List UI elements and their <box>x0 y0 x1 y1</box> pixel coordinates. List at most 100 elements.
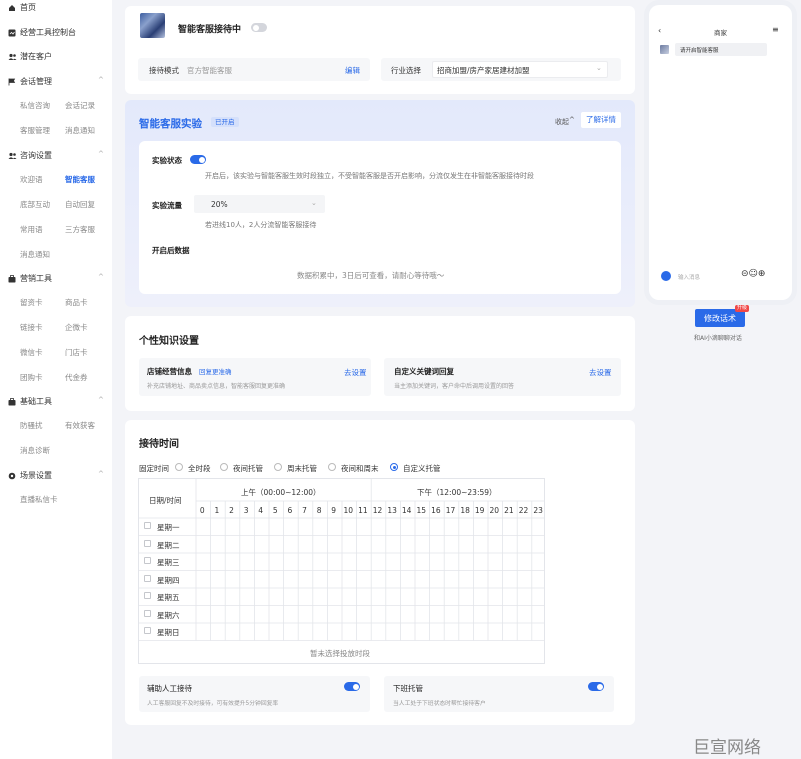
knowledge-setup-link[interactable]: 去设置 <box>589 367 612 378</box>
sidebar-subitem[interactable]: 有效获客 <box>65 420 95 431</box>
chevron-down-icon[interactable]: ⌄ <box>596 64 602 72</box>
voice-icon[interactable] <box>661 271 671 281</box>
hour-label: 13 <box>387 506 397 515</box>
sidebar-subitem[interactable]: 代金券 <box>65 372 88 383</box>
radio-label[interactable]: 周末托管 <box>287 463 317 474</box>
sidebar-item-leads[interactable]: 潜在客户 <box>8 51 52 62</box>
hour-label: 16 <box>431 506 441 515</box>
chevron-up-icon[interactable]: ^ <box>98 396 104 404</box>
radio-custom[interactable] <box>390 463 398 471</box>
reception-toggle[interactable] <box>251 23 267 32</box>
data-empty: 数据积累中，3日后可查看，请耐心等待哦～ <box>297 271 445 280</box>
chevron-up-icon[interactable]: ^ <box>569 116 575 124</box>
sidebar-subitem[interactable]: 链接卡 <box>20 322 43 333</box>
sidebar-subitem[interactable]: 会话记录 <box>65 100 95 111</box>
users-icon <box>8 53 17 61</box>
day-checkbox[interactable] <box>144 627 151 634</box>
day-checkbox[interactable] <box>144 609 151 617</box>
sidebar-subitem-active[interactable]: 智能客服 <box>65 174 95 185</box>
assist-toggle[interactable] <box>344 682 360 691</box>
chevron-up-icon[interactable]: ^ <box>98 150 104 158</box>
sidebar-subitem[interactable]: 防骚扰 <box>20 420 43 431</box>
hour-label: 17 <box>445 506 456 515</box>
day-checkbox[interactable] <box>144 557 151 564</box>
sidebar-item-home[interactable]: 首页 <box>8 2 36 13</box>
sidebar-subitem[interactable]: 团购卡 <box>20 372 43 383</box>
shop-avatar <box>140 13 165 38</box>
sidebar-item-label: 首页 <box>20 3 36 12</box>
hour-label: 3 <box>243 506 249 515</box>
knowledge-setup-link[interactable]: 去设置 <box>344 367 367 378</box>
back-icon[interactable]: ‹ <box>658 26 661 35</box>
chevron-up-icon[interactable]: ^ <box>98 470 104 478</box>
day-checkbox[interactable] <box>144 592 151 599</box>
sidebar-item-label: 经营工具控制台 <box>20 28 76 37</box>
sidebar-group-marketing[interactable]: 营销工具 <box>8 273 52 284</box>
sidebar-item-console[interactable]: 经营工具控制台 <box>8 27 76 38</box>
hour-label: 9 <box>331 506 337 515</box>
menu-icon[interactable]: ≡ <box>772 25 779 34</box>
hour-label: 12 <box>372 506 383 515</box>
day-label: 星期六 <box>157 610 180 620</box>
hour-label: 15 <box>416 506 427 515</box>
chevron-down-icon: ⌄ <box>311 199 317 207</box>
radio-night[interactable] <box>220 463 228 471</box>
edit-link[interactable]: 编辑 <box>345 65 360 76</box>
sidebar-subitem[interactable]: 门店卡 <box>65 347 88 358</box>
hour-label: 4 <box>258 506 264 515</box>
hour-label: 2 <box>229 506 234 515</box>
day-checkbox[interactable] <box>144 522 151 529</box>
sidebar-subitem[interactable]: 消息诊断 <box>20 445 50 456</box>
sidebar-subitem[interactable]: 客服管理 <box>20 125 50 136</box>
day-checkbox[interactable] <box>144 574 151 582</box>
sidebar-group-consult[interactable]: 咨询设置 <box>8 150 52 161</box>
knowledge-item <box>384 358 621 396</box>
emoji-icon[interactable]: ⊝☺⊕ <box>741 269 765 279</box>
sidebar-subitem[interactable]: 欢迎语 <box>20 174 43 185</box>
modify-caption: 和AI小滴聊聊对话 <box>694 335 742 342</box>
radio-label[interactable]: 自定义托管 <box>403 463 441 474</box>
hour-label: 20 <box>489 506 500 515</box>
learn-more-button[interactable]: 了解详情 <box>581 112 621 128</box>
sidebar-subitem[interactable]: 企微卡 <box>65 322 88 333</box>
sidebar-subitem[interactable]: 常用语 <box>20 224 43 235</box>
radio-night-weekend[interactable] <box>328 463 336 471</box>
radio-label[interactable]: 全时段 <box>188 463 211 474</box>
sidebar-subitem[interactable]: 直播私信卡 <box>20 494 58 505</box>
radio-weekend[interactable] <box>274 463 282 471</box>
offwork-toggle[interactable] <box>588 682 604 691</box>
sidebar-subitem[interactable]: 私信咨询 <box>20 100 50 111</box>
sidebar-group-session[interactable]: 会话管理 <box>8 76 52 87</box>
radio-label[interactable]: 夜间托管 <box>233 463 263 474</box>
sidebar-subitem[interactable]: 微信卡 <box>20 347 43 358</box>
chevron-up-icon[interactable]: ^ <box>98 273 104 281</box>
knowledge-item-desc: 补充店铺地址、商品卖点信息，智能客服回复更准确 <box>147 383 286 390</box>
knowledge-item <box>139 358 371 396</box>
knowledge-item-tag: 回复更准确 <box>199 368 232 376</box>
reception-title: 接待时间 <box>139 439 179 450</box>
radio-label[interactable]: 夜间和周末 <box>341 463 379 474</box>
experiment-title: 智能客服实验 <box>139 118 202 130</box>
hour-label: 18 <box>460 506 470 515</box>
sidebar-subitem[interactable]: 底部互动 <box>20 199 50 210</box>
collapse-button[interactable]: 收起 <box>555 117 569 127</box>
pm-label: 下午（12:00~23:59） <box>417 488 497 497</box>
chevron-up-icon[interactable]: ^ <box>98 76 104 84</box>
grid-header: 日期/时间 <box>149 496 182 505</box>
sidebar-group-scene[interactable]: 场景设置 <box>8 470 52 481</box>
data-title: 开启后数据 <box>152 246 190 255</box>
experiment-toggle[interactable] <box>190 155 206 164</box>
radio-all-day[interactable] <box>175 463 183 471</box>
sidebar-subitem[interactable]: 三方客服 <box>65 224 95 235</box>
chat-input[interactable]: 输入消息 <box>678 273 700 281</box>
day-label: 星期一 <box>157 523 180 532</box>
sidebar-subitem[interactable]: 商品卡 <box>65 297 88 308</box>
sidebar-subitem[interactable]: 消息通知 <box>65 125 95 136</box>
day-label: 星期四 <box>157 575 180 585</box>
day-checkbox[interactable] <box>144 539 151 547</box>
sidebar-subitem[interactable]: 自动回复 <box>65 199 95 210</box>
sidebar-subitem[interactable]: 消息通知 <box>20 249 50 260</box>
sidebar-subitem[interactable]: 留资卡 <box>20 297 43 308</box>
sidebar-group-basic[interactable]: 基础工具 <box>8 396 52 407</box>
hour-label: 8 <box>316 506 322 515</box>
